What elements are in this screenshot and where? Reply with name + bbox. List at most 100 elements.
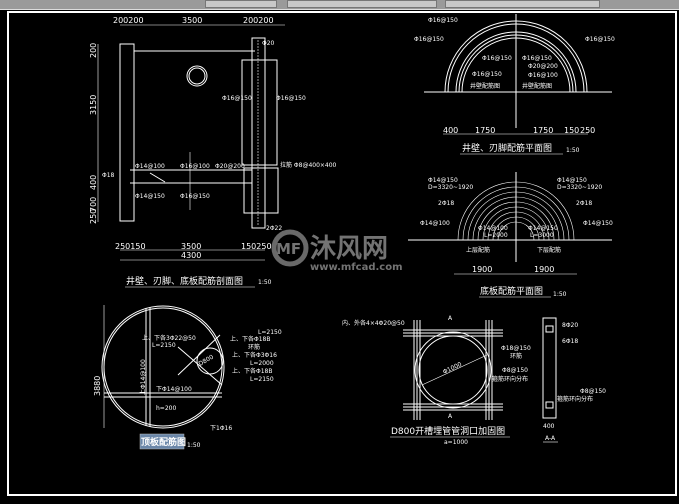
rebar-label: Φ16@150	[472, 71, 502, 78]
rebar-label: 环筋	[510, 352, 522, 360]
dim: 400	[89, 175, 98, 190]
rebar-label: 箍筋环向分布	[492, 375, 528, 383]
rebar-label: L=2000	[250, 360, 274, 367]
rebar-label: D800	[198, 354, 216, 368]
wall-plan-drawing: Φ16@150 Φ16@150 Φ16@150 Φ16@150 Φ16@150 …	[414, 14, 615, 155]
rebar-label: 内、外各4×4Φ20@50	[342, 319, 405, 327]
dim: 400	[443, 126, 458, 135]
rebar-label: Φ16@150	[180, 193, 210, 200]
opening-drawing: 内、外各4×4Φ20@50 A A Φ18@150 环筋 Φ8@150 箍筋环向…	[342, 315, 531, 446]
rebar-label: 上、下各Φ18B	[232, 367, 272, 375]
rebar-label: Φ20@200	[528, 63, 558, 70]
rebar-label: Φ20	[262, 40, 275, 47]
rebar-label: 2Φ22	[266, 225, 282, 232]
section-mark: A	[448, 315, 453, 322]
scale: 1:50	[566, 147, 580, 154]
rebar-label: Φ8@150	[502, 367, 528, 374]
cad-drawing-canvas[interactable]: 200200 3500 200200 200 3150 400 700 250 …	[0, 10, 679, 504]
dim: 1750	[475, 126, 495, 135]
rebar-label: 下1Φ16	[210, 425, 232, 432]
rebar-label: Φ14@150	[528, 225, 558, 232]
rebar-label: Φ14@150	[135, 193, 165, 200]
drawing-title: D800开槽埋管管洞口加固图	[391, 425, 505, 437]
toolbar-tab[interactable]	[205, 0, 277, 8]
note: a=1000	[444, 439, 468, 446]
rebar-label: 上、下各Φ3Φ16	[232, 351, 277, 359]
rebar-label: Φ8@150	[580, 388, 606, 395]
section-mark: A	[448, 413, 453, 420]
rebar-label: 环筋	[248, 343, 260, 351]
scale: 1:50	[553, 291, 567, 298]
scale: 1:50	[258, 279, 272, 286]
dim: 3880	[93, 376, 102, 396]
viewer-toolbar	[0, 0, 679, 10]
svg-text:www.mfcad.com: www.mfcad.com	[310, 262, 403, 273]
dim: 3150	[89, 95, 98, 115]
rebar-label: Φ18@150	[501, 345, 531, 352]
dim: 150	[564, 126, 579, 135]
rebar-label: Φ16@150	[585, 36, 615, 43]
rebar-label: L=3000	[530, 232, 554, 239]
dim: 3500	[181, 242, 201, 251]
sub-label: 上层配筋	[466, 246, 490, 254]
rebar-label: D=3320~1920	[557, 184, 602, 191]
rebar-label: 下Φ14@100	[156, 386, 192, 393]
rebar-label: 2Φ18	[576, 200, 592, 207]
rebar-label: Φ16@150	[428, 17, 458, 24]
rebar-label: Φ16@150	[276, 95, 306, 102]
dim: 200200	[243, 16, 274, 25]
dim: 1900	[472, 265, 492, 274]
rebar-label: L=2150	[152, 342, 176, 349]
toolbar-tab[interactable]	[287, 0, 437, 8]
dim: 1750	[533, 126, 553, 135]
rebar-label: 箍筋环向分布	[557, 395, 593, 403]
dim: 1900	[534, 265, 554, 274]
rebar-label: Φ14@150	[557, 177, 587, 184]
toolbar-tab[interactable]	[445, 0, 600, 8]
rebar-label: Φ1000	[442, 361, 463, 376]
sub-label: 下层配筋	[537, 246, 561, 254]
rebar-label: Φ16@150	[482, 55, 512, 62]
rebar-label: 8Φ20	[562, 322, 578, 329]
rebar-label: 上、下各Φ18B	[230, 335, 270, 343]
drawing-title: 底板配筋平面图	[480, 285, 543, 297]
dim: 250150	[115, 242, 146, 251]
section-aa-drawing: 8Φ20 6Φ18 Φ8@150 箍筋环向分布 400 A-A	[542, 317, 606, 443]
rebar-label: L=2000	[484, 232, 508, 239]
rebar-label: Φ18	[102, 172, 115, 179]
rebar-label: L=2150	[250, 376, 274, 383]
rebar-label: Φ16@150	[522, 55, 552, 62]
watermark: MF 沐风网 www.mfcad.com	[271, 229, 403, 273]
drawing-title[interactable]: 顶板配筋图	[141, 436, 186, 448]
rebar-label: Φ14@100	[478, 225, 508, 232]
dim: 250	[580, 126, 595, 135]
sub-label: 井壁配筋图	[470, 82, 500, 90]
rebar-label: Φ14@100	[420, 220, 450, 227]
rebar-label: 6Φ18	[562, 338, 578, 345]
drawing-title: 井壁、刃脚、底板配筋剖面图	[126, 275, 243, 287]
dim: 150250	[241, 242, 272, 251]
rebar-label: L=2150	[258, 329, 282, 336]
svg-text:沐风网: 沐风网	[310, 234, 388, 264]
dim: 400	[543, 423, 555, 430]
dim-total: 4300	[181, 251, 201, 260]
rebar-label: Φ20@200	[215, 163, 245, 170]
rebar-label: h=200	[156, 405, 176, 412]
drawing-title: A-A	[545, 435, 556, 442]
dim: 200200	[113, 16, 144, 25]
rebar-label: Φ16@100	[528, 72, 558, 79]
rebar-label: Φ14@150	[428, 177, 458, 184]
svg-text:MF: MF	[276, 240, 301, 258]
rebar-label: Φ14@150	[583, 220, 613, 227]
dim: 200	[89, 43, 98, 58]
roof-plan-drawing: 3880 上、下各3Φ22@50 L=2150 上Φ14@100 下Φ14@10…	[93, 305, 282, 450]
rebar-label: 拉筋 Φ8@400×400	[280, 161, 337, 169]
rebar-label: D=3320~1920	[428, 184, 473, 191]
rebar-label: 上、下各3Φ22@50	[142, 334, 196, 342]
rebar-label: Φ16@150	[414, 36, 444, 43]
rebar-label: Φ16@100	[180, 163, 210, 170]
rebar-label: 2Φ18	[438, 200, 454, 207]
scale: 1:50	[187, 442, 201, 449]
rebar-label: Φ14@100	[135, 163, 165, 170]
dim: 250	[89, 209, 98, 224]
